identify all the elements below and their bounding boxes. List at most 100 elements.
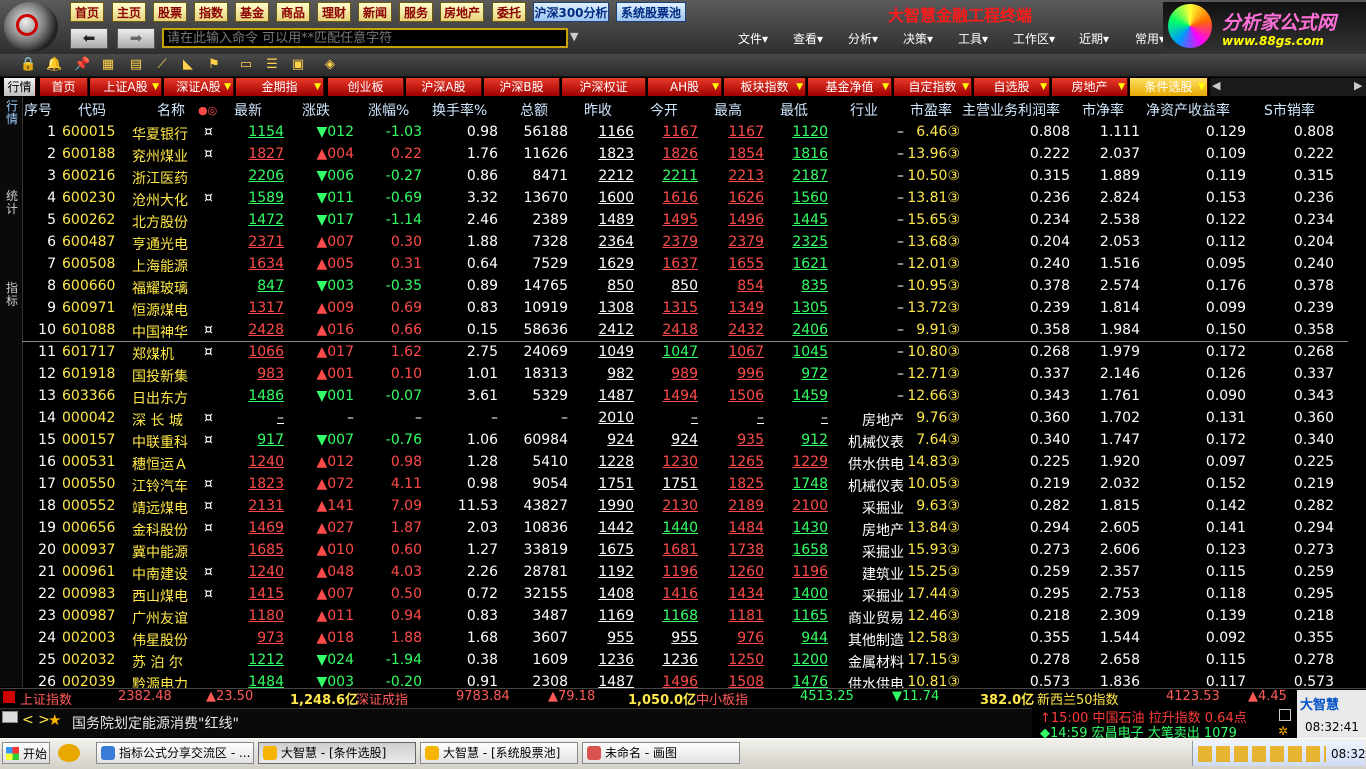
table-row[interactable]: 20 000937 冀中能源 1685 ▲010 0.60 1.27 33819 1675 168… <box>22 540 1366 562</box>
table-row[interactable]: 9 600971 恒源煤电 1317 ▲009 0.69 0.83 10919 1308 1315… <box>22 298 1366 320</box>
tab-scroll-area[interactable] <box>1210 78 1366 96</box>
sh-index-name[interactable]: 上证指数 <box>20 689 72 708</box>
table-row[interactable]: 5 600262 北方股份 1472 ▼017 -1.14 2.46 2389 1489 1495… <box>22 210 1366 232</box>
tab-4[interactable]: 金期指 ▼ <box>236 78 324 96</box>
table-row[interactable]: 11 601717 郑煤机 ¤ 1066 ▲017 1.62 2.75 24069 1049 104… <box>22 342 1366 364</box>
menu-item-4[interactable]: 工具▾ <box>958 30 988 47</box>
nav-button-10[interactable]: 委托 <box>492 2 526 22</box>
column-header-5[interactable]: 涨跌 <box>302 100 330 120</box>
column-header-4[interactable]: 最新 <box>234 100 262 120</box>
vtab-1[interactable]: 统计 <box>4 190 20 216</box>
column-header-18[interactable]: S市销率 <box>1264 100 1315 120</box>
triangle-icon[interactable]: ◣ <box>180 57 196 73</box>
column-header-11[interactable]: 最高 <box>714 100 742 120</box>
tab-2[interactable]: 上证A股 ▼ <box>90 78 162 96</box>
lock-icon[interactable]: 🔒 <box>20 57 36 73</box>
column-header-10[interactable]: 今开 <box>650 100 678 120</box>
menu-item-1[interactable]: 查看▾ <box>793 30 823 47</box>
table-row[interactable]: 1 600015 华夏银行 ¤ 1154 ▼012 -1.03 0.98 56188 1166 11… <box>22 122 1366 144</box>
task-dzh-pool[interactable]: 大智慧 - [系统股票池] <box>420 742 578 764</box>
column-header-8[interactable]: 总额 <box>520 100 548 120</box>
tab-11[interactable]: 基金净值 ▼ <box>808 78 892 96</box>
tab-dropdown-icon[interactable]: ▼ <box>796 78 803 96</box>
column-header-13[interactable]: 行业 <box>850 100 878 120</box>
quicklaunch-icon[interactable] <box>58 744 80 762</box>
tab-dropdown-icon[interactable]: ▼ <box>224 78 231 96</box>
menu-item-5[interactable]: 工作区▾ <box>1013 30 1055 47</box>
table-row[interactable]: 4 600230 沧州大化 ¤ 1589 ▼011 -0.69 3.32 13670 1600 16… <box>22 188 1366 210</box>
column-header-6[interactable]: 涨幅% <box>368 100 409 120</box>
news-ticker[interactable]: 国务院划定能源消费"红线" <box>72 713 239 733</box>
table-row[interactable]: 18 000552 靖远煤电 ¤ 2131 ▲141 7.09 11.53 43827 1990 2… <box>22 496 1366 518</box>
column-header-0[interactable]: 序号 <box>24 100 52 120</box>
start-button[interactable]: 开始 <box>2 742 50 764</box>
alert-maximize-icon[interactable] <box>1279 709 1291 721</box>
table-row[interactable]: 24 002003 伟星股份 973 ▲018 1.88 1.68 3607 955 955 976… <box>22 628 1366 650</box>
tab-dropdown-icon[interactable]: ▼ <box>1040 78 1047 96</box>
pin-icon[interactable]: 📌 <box>74 57 90 73</box>
table-row[interactable]: 17 000550 江铃汽车 ¤ 1823 ▲072 4.11 0.98 9054 1751 175… <box>22 474 1366 496</box>
table-row[interactable]: 22 000983 西山煤电 ¤ 1415 ▲007 0.50 0.72 32155 1408 14… <box>22 584 1366 606</box>
column-header-15[interactable]: 主营业务利润率 <box>962 100 1060 120</box>
nav-button-9[interactable]: 房地产 <box>440 2 484 22</box>
column-header-12[interactable]: 最低 <box>780 100 808 120</box>
table-row[interactable]: 2 600188 兖州煤业 ¤ 1827 ▲004 0.22 1.76 11626 1823 182… <box>22 144 1366 166</box>
nav-button-3[interactable]: 指数 <box>194 2 228 22</box>
nav-button-8[interactable]: 服务 <box>399 2 433 22</box>
tab-15[interactable]: 条件选股 ▼ <box>1130 78 1208 96</box>
task-paint[interactable]: 未命名 - 画图 <box>582 742 740 764</box>
tab-5[interactable]: 创业板 <box>328 78 404 96</box>
vtab-0[interactable]: 行情 <box>4 100 20 126</box>
nav-button-2[interactable]: 股票 <box>153 2 187 22</box>
diamond-icon[interactable]: ◈ <box>322 57 338 73</box>
tab-0[interactable]: 行情 <box>4 78 36 96</box>
doc-icon[interactable]: ▭ <box>238 57 254 73</box>
tab-6[interactable]: 沪深A股 <box>406 78 482 96</box>
table-row[interactable]: 21 000961 中南建设 ¤ 1240 ▲048 4.03 2.26 28781 1192 11… <box>22 562 1366 584</box>
photo-icon[interactable]: ▣ <box>290 57 306 73</box>
chevron-down-icon[interactable]: ▼ <box>570 30 578 43</box>
tab-scroll-right-icon[interactable]: ▶ <box>1354 79 1362 92</box>
tab-14[interactable]: 房地产 ▼ <box>1052 78 1128 96</box>
chart-icon[interactable]: ▦ <box>100 57 116 73</box>
tab-dropdown-icon[interactable]: ▼ <box>882 78 889 96</box>
nav-button-5[interactable]: 商品 <box>276 2 310 22</box>
task-forum[interactable]: 指标公式分享交流区 - ... <box>96 742 254 764</box>
table-row[interactable]: 8 600660 福耀玻璃 847 ▼003 -0.35 0.89 14765 850 850 85… <box>22 276 1366 298</box>
table-row[interactable]: 15 000157 中联重科 ¤ 917 ▼007 -0.76 1.06 60984 924 924… <box>22 430 1366 452</box>
table-row[interactable]: 23 000987 广州友谊 1180 ▲011 0.94 0.83 3487 1169 1168… <box>22 606 1366 628</box>
nav-button-0[interactable]: 首页 <box>70 2 104 22</box>
nav-button-4[interactable]: 基金 <box>235 2 269 22</box>
tray-icons[interactable] <box>1198 746 1326 762</box>
tab-dropdown-icon[interactable]: ▼ <box>1118 78 1125 96</box>
table-row[interactable]: 14 000042 深 长 城 ¤ – – – – – 2010 – – – 房地产 9.76③ 0.360 1… <box>22 408 1366 430</box>
menu-item-7[interactable]: 常用▾ <box>1135 30 1165 47</box>
command-input[interactable]: 请在此输入命令 可以用**匹配任意字符 <box>162 28 568 48</box>
column-header-2[interactable]: 名称 <box>157 100 185 120</box>
table-row[interactable]: 25 002032 苏 泊 尔 1212 ▼024 -1.94 0.38 1609 1236 12… <box>22 650 1366 672</box>
column-header-17[interactable]: 净资产收益率 <box>1146 100 1230 120</box>
gear-icon[interactable]: ✲ <box>1278 724 1288 738</box>
tab-8[interactable]: 沪深权证 <box>562 78 646 96</box>
star-icon[interactable]: ★ <box>48 711 61 729</box>
tab-scroll-left-icon[interactable]: ◀ <box>1212 79 1220 92</box>
tab-9[interactable]: AH股 ▼ <box>648 78 722 96</box>
table-row[interactable]: 6 600487 亨通光电 2371 ▲007 0.30 1.88 7328 2364 2379 2… <box>22 232 1366 254</box>
tab-dropdown-icon[interactable]: ▼ <box>962 78 969 96</box>
tab-10[interactable]: 板块指数 ▼ <box>724 78 806 96</box>
forward-button[interactable]: ➡ <box>117 28 155 49</box>
column-header-9[interactable]: 昨收 <box>584 100 612 120</box>
table-row[interactable]: 7 600508 上海能源 1634 ▲005 0.31 0.64 7529 1629 1637 1… <box>22 254 1366 276</box>
menu-item-3[interactable]: 决策▾ <box>903 30 933 47</box>
tab-dropdown-icon[interactable]: ▼ <box>152 78 159 96</box>
nav-button-7[interactable]: 新闻 <box>358 2 392 22</box>
tab-dropdown-icon[interactable]: ▼ <box>1198 78 1205 96</box>
table-row[interactable]: 13 603366 日出东方 1486 ▼001 -0.07 3.61 5329 1487 149… <box>22 386 1366 408</box>
tab-7[interactable]: 沪深B股 <box>484 78 560 96</box>
table-row[interactable]: 12 601918 国投新集 983 ▲001 0.10 1.01 18313 982 989 99… <box>22 364 1366 386</box>
table-row[interactable]: 3 600216 浙江医药 2206 ▼006 -0.27 0.86 8471 2212 2211… <box>22 166 1366 188</box>
nav-button-6[interactable]: 理财 <box>317 2 351 22</box>
tab-dropdown-icon[interactable]: ▼ <box>712 78 719 96</box>
news-prev-next-icon[interactable]: < > <box>22 712 50 728</box>
envelope-icon[interactable] <box>2 711 18 723</box>
